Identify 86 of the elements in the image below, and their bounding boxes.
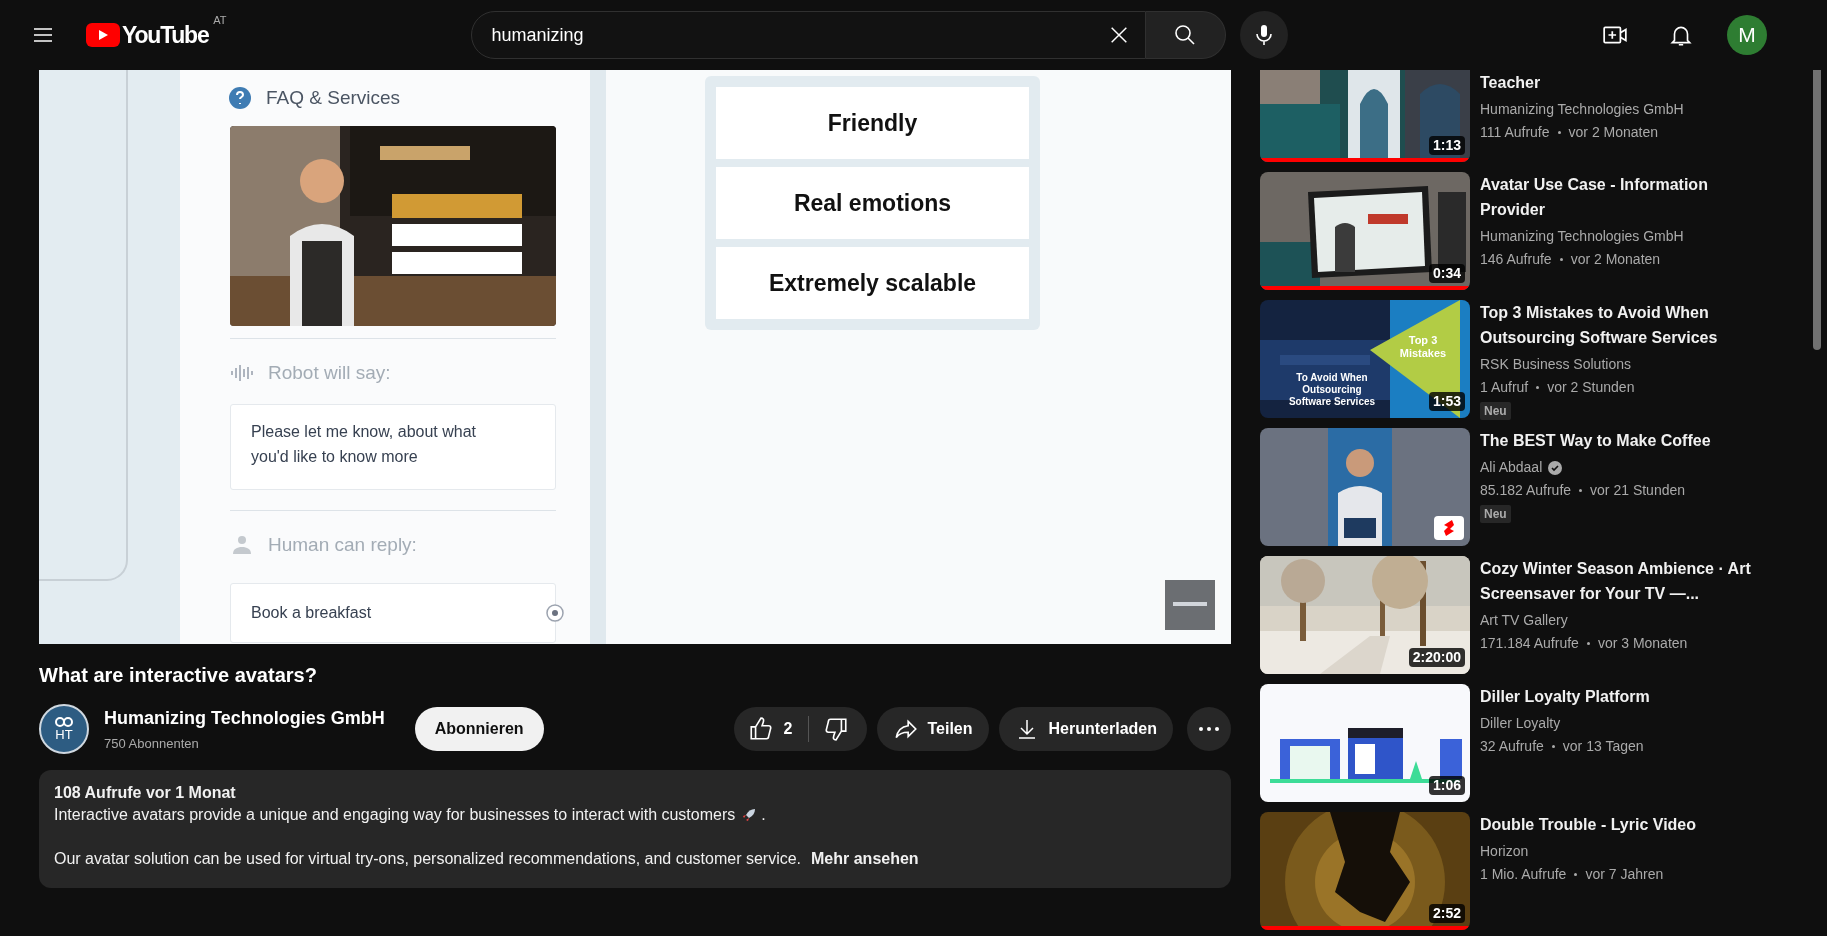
description-text: . [761, 805, 766, 825]
recommended-video[interactable]: 0:34 Avatar Use Case - Information Provider Humanizing Technologies GmbH 146 Aufrufe vor 2 Monaten [1260, 172, 1827, 290]
upload-age: vor 21 Stunden [1590, 481, 1686, 500]
upload-age: vor 7 Jahren [1585, 865, 1664, 884]
logo-text: YouTube [122, 20, 209, 50]
upload-age: vor 3 Monaten [1597, 634, 1688, 653]
upload-age: vor 2 Monaten [1570, 250, 1661, 269]
radio-icon [545, 603, 565, 623]
human-label: Human can reply: [268, 532, 417, 557]
country-code: AT [213, 12, 227, 28]
eyes-icon [54, 716, 74, 728]
thumbs-up-icon [747, 716, 774, 742]
channel-avatar[interactable]: HT [39, 704, 89, 754]
view-count: 32 Aufrufe [1480, 737, 1544, 756]
upload-age: vor 13 Tagen [1562, 737, 1644, 756]
recommended-video[interactable]: 2:20:00 Cozy Winter Season Ambience · Art Screensaver for Your TV —... Art TV Gallery 171.184 Aufrufe vor 3 Monaten [1260, 556, 1827, 674]
view-count: 1 Mio. Aufrufe [1480, 865, 1567, 884]
view-count: 111 Aufrufe [1480, 123, 1550, 142]
subscriber-count: 750 Abonnenten [104, 734, 200, 753]
search-input[interactable]: humanizing [491, 21, 1101, 49]
robot-label: Robot will say: [268, 361, 391, 385]
channel-name[interactable]: Humanizing Technologies GmbH [104, 704, 385, 732]
help-icon [228, 86, 252, 110]
upload-age: vor 2 Stunden [1547, 378, 1635, 397]
new-badge: Neu [1480, 402, 1511, 420]
share-button[interactable]: Teilen [877, 707, 989, 751]
search-button[interactable] [1145, 11, 1226, 59]
video-title: Avatar Use Case - Information Provider [1480, 175, 1709, 220]
feature-card: Friendly [716, 87, 1029, 159]
duration-label: 2:20:00 [1408, 648, 1465, 667]
feature-card: Real emotions [716, 167, 1029, 239]
reply-text: Book a breakfast [251, 603, 372, 623]
recommended-video[interactable]: 1:06 Diller Loyalty Platform Diller Loyalty 32 Aufrufe vor 13 Tagen [1260, 684, 1827, 802]
thumbnail-caption: To Avoid When Outsourcing Software Services [1287, 372, 1377, 408]
channel-name: Humanizing Technologies GmbH [1480, 227, 1684, 246]
view-stats: 108 Aufrufe vor 1 Monat [54, 783, 237, 803]
show-more-link[interactable]: Mehr ansehen [811, 848, 919, 870]
scrollbar-thumb[interactable] [1813, 70, 1821, 350]
duration-label: 0:34 [1428, 264, 1465, 283]
subscribe-button[interactable]: Abonnieren [414, 707, 544, 751]
channel-name: Diller Loyalty [1480, 714, 1561, 733]
video-title: Teacher [1480, 73, 1542, 93]
robot-message: Please let me know, about what you'd like to know more [230, 403, 556, 490]
description-text: Interactive avatars provide a unique and engaging way for businesses to interact with customers [54, 805, 736, 825]
view-count: 1 Aufruf [1480, 378, 1529, 397]
voice-search-button[interactable] [1239, 11, 1288, 59]
more-actions-button[interactable] [1187, 707, 1231, 751]
recommended-video[interactable]: Top 3 Mistakes To Avoid When Outsourcing Software Services 1:53 Top 3 Mistakes to Avoid When Outsourcing Software Services RSK Business Solutions 1 Aufruf vor 2 Stunden Neu [1260, 300, 1827, 418]
new-badge: Neu [1480, 505, 1511, 523]
video-player[interactable]: FAQ & Services Robot will say: Please let me know, about what you'd like to know more Human can reply: Book a breakfast Friendly Real emotions Extremely scalable [39, 70, 1231, 644]
video-title: Cozy Winter Season Ambience · Art Screensaver for Your TV —... [1480, 559, 1752, 604]
view-count: 85.182 Aufrufe [1480, 481, 1572, 500]
recommended-video[interactable]: The BEST Way to Make Coffee Ali Abdaal 85.182 Aufrufe vor 21 Stunden Neu [1260, 428, 1827, 546]
recommended-video[interactable]: 1:13 Teacher Humanizing Technologies GmbH 111 Aufrufe vor 2 Monaten [1260, 70, 1827, 162]
rocket-icon [741, 807, 758, 823]
feature-card: Extremely scalable [716, 247, 1029, 319]
view-count: 146 Aufrufe [1480, 250, 1552, 269]
channel-name: Horizon [1480, 842, 1529, 861]
video-title: Double Trouble - Lyric Video [1480, 815, 1698, 835]
account-avatar[interactable]: M [1727, 15, 1767, 55]
video-title: Diller Loyalty Platform [1480, 687, 1651, 707]
channel-name: Ali Abdaal [1480, 458, 1543, 477]
description-box[interactable] [39, 770, 1231, 888]
video-title: What are interactive avatars? [39, 663, 318, 688]
view-count: 171.184 Aufrufe [1480, 634, 1579, 653]
duration-label: 1:53 [1428, 392, 1465, 411]
avatar-initials: HT [55, 728, 73, 742]
watermark-logo-icon [1165, 580, 1215, 630]
more-icon [1198, 726, 1220, 732]
card-title: FAQ & Services [266, 85, 401, 110]
recommended-video[interactable]: 2:52 Double Trouble - Lyric Video Horizon 1 Mio. Aufrufe vor 7 Jahren [1260, 812, 1827, 930]
thumbnail-caption: Top 3 Mistakes [1398, 334, 1448, 360]
download-button[interactable]: Herunterladen [998, 707, 1173, 751]
video-title: The BEST Way to Make Coffee [1480, 431, 1712, 451]
channel-name: Art TV Gallery [1480, 611, 1568, 630]
channel-name: RSK Business Solutions [1480, 355, 1631, 374]
channel-name: Humanizing Technologies GmbH [1480, 100, 1684, 119]
video-title: Top 3 Mistakes to Avoid When Outsourcing Software Services [1480, 303, 1719, 348]
description-text: Our avatar solution can be used for virtual try-ons, personalized recommendations, and customer service. [54, 849, 802, 869]
thumbs-down-icon [823, 716, 850, 742]
play-logo-icon [86, 23, 120, 47]
search-box[interactable]: humanizing [470, 11, 1146, 59]
duration-label: 1:06 [1428, 776, 1465, 795]
duration-label: 2:52 [1428, 904, 1465, 923]
duration-label: 1:13 [1428, 136, 1465, 155]
upload-age: vor 2 Monaten [1568, 123, 1659, 142]
